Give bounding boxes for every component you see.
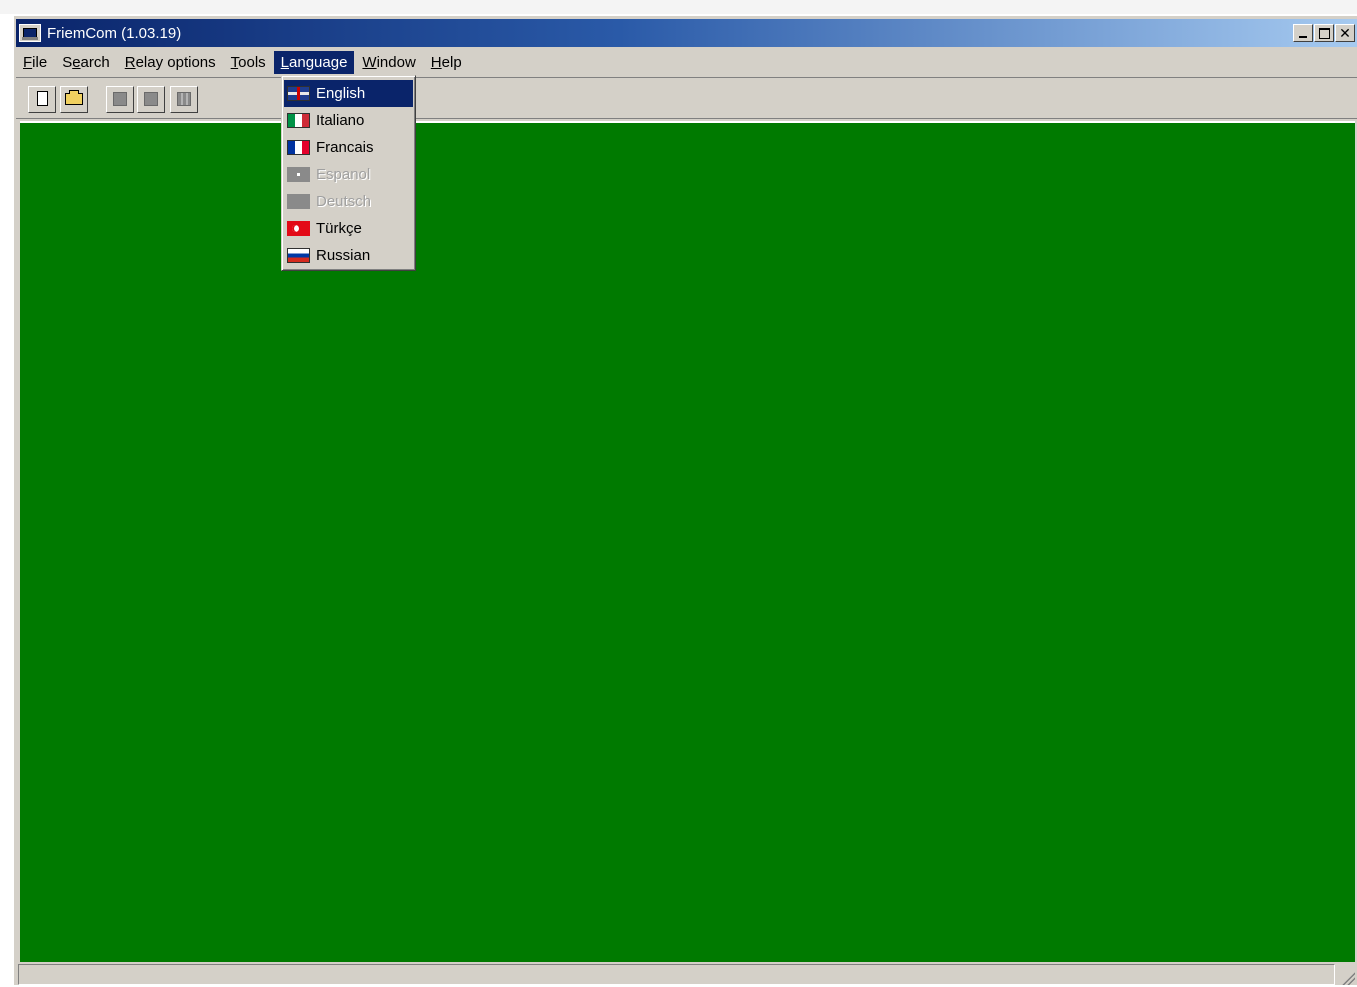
language-label: Russian [316,247,371,264]
menu-relay-options[interactable]: Relay options [118,51,223,74]
window-controls: ✕ [1292,24,1355,42]
language-label: Francais [316,139,374,156]
new-button[interactable] [28,86,56,113]
language-label: Türkçe [316,220,362,237]
app-icon[interactable] [19,24,41,42]
menu-bar: File Search Relay options Tools Language… [16,49,1357,75]
relay-list-icon [144,92,158,106]
mdi-client-area[interactable] [20,121,1355,962]
new-document-icon [37,91,48,106]
app-window: FriemCom (1.03.19) ✕ File Search Relay o… [12,14,1357,985]
relay-connect-button[interactable] [106,86,134,113]
relay-connect-icon [113,92,127,106]
italy-flag-icon [287,113,310,128]
maximize-button[interactable] [1314,24,1334,42]
menu-language[interactable]: Language [273,50,355,74]
window-title: FriemCom (1.03.19) [47,24,182,42]
language-label: Espanol [316,166,371,183]
language-dropdown: English Italiano Francais Espanol Deutsc… [281,75,416,271]
language-item-francais[interactable]: Francais [284,134,413,161]
language-item-english[interactable]: English [284,80,413,107]
relay-list-button[interactable] [137,86,165,113]
language-label: Deutsch [316,193,372,210]
language-item-turkce[interactable]: Türkçe [284,215,413,242]
title-bar[interactable]: FriemCom (1.03.19) ✕ [16,19,1357,47]
status-bar [16,962,1357,987]
language-item-italiano[interactable]: Italiano [284,107,413,134]
minimize-icon [1299,36,1307,38]
menu-tools[interactable]: Tools [224,51,273,74]
language-item-deutsch: Deutsch [284,188,413,215]
minimize-button[interactable] [1293,24,1313,42]
maximize-icon [1318,27,1330,39]
open-button[interactable] [60,86,88,113]
turkey-flag-icon [287,221,310,236]
language-item-espanol: Espanol [284,161,413,188]
russia-flag-icon [287,248,310,263]
open-folder-icon [65,90,83,105]
language-label: English [316,85,366,102]
language-label: Italiano [316,112,365,129]
france-flag-icon [287,140,310,155]
menu-window[interactable]: Window [355,51,422,74]
status-panel [18,964,1335,985]
relay-columns-icon [177,92,191,106]
spain-flag-icon [287,167,310,182]
desktop-strip [0,0,1357,14]
menu-help[interactable]: Help [424,51,469,74]
resize-grip-icon[interactable] [1341,971,1355,985]
toolbar [16,77,1357,119]
close-button[interactable]: ✕ [1335,24,1355,42]
close-icon: ✕ [1339,25,1351,41]
uk-flag-icon [287,86,310,101]
germany-flag-icon [287,194,310,209]
menu-search[interactable]: Search [55,51,117,74]
menu-file[interactable]: File [16,51,54,74]
language-item-russian[interactable]: Russian [284,242,413,269]
relay-columns-button[interactable] [170,86,198,113]
